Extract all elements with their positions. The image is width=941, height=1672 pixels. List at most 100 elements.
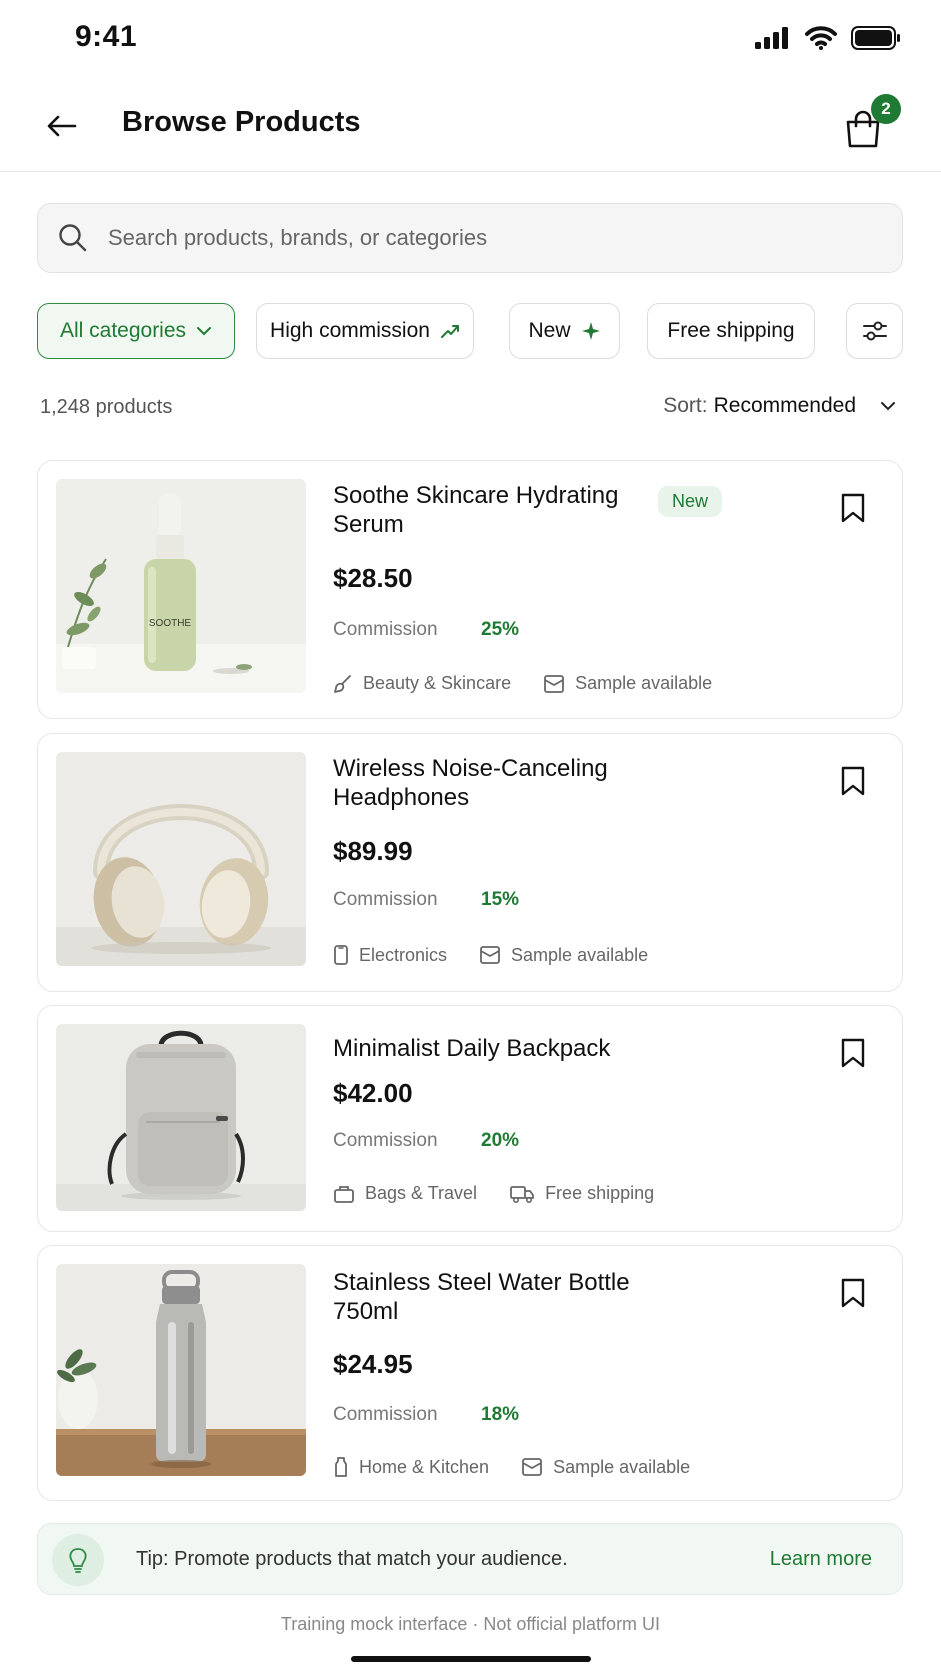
bag-icon	[334, 1185, 354, 1203]
battery-icon	[851, 26, 900, 50]
commission-label: Commission	[333, 1130, 438, 1151]
sample-label: Sample available	[575, 673, 713, 693]
product-price: $89.99	[333, 836, 413, 866]
sample-tag: Sample available	[479, 945, 648, 966]
back-button[interactable]	[40, 104, 84, 148]
commission-value: 20%	[481, 1130, 520, 1151]
package-icon	[544, 674, 564, 693]
chip-label: All categories	[59, 319, 187, 342]
product-name: Stainless Steel Water Bottle 750ml	[333, 1269, 630, 1325]
sample-label: Sample available	[553, 1456, 691, 1477]
bookmark-button[interactable]	[836, 1034, 870, 1072]
chip-label: New	[528, 319, 571, 342]
category-tag: Home & Kitchen	[333, 1456, 489, 1478]
header: Browse Products 2	[0, 80, 941, 172]
bookmark-button[interactable]	[836, 489, 870, 527]
search-bar[interactable]	[37, 203, 903, 273]
chevron-down-icon	[197, 327, 212, 336]
sort-label: Sort:	[663, 394, 708, 417]
category-label: Home & Kitchen	[359, 1456, 490, 1477]
product-meta: Bags & Travel Free shipping	[333, 1183, 676, 1204]
search-input[interactable]	[108, 225, 868, 251]
product-name: Minimalist Daily Backpack	[333, 1035, 611, 1062]
category-label: Beauty & Skincare	[363, 673, 512, 693]
sparkle-icon	[581, 322, 600, 340]
sliders-icon	[862, 321, 887, 341]
sort-dropdown[interactable]: Sort: Recommended	[663, 394, 896, 418]
brush-icon	[334, 674, 351, 693]
commission-value: 15%	[481, 889, 520, 910]
product-meta: Beauty & Skincare Sample available	[333, 673, 734, 694]
chip-all-categories[interactable]: All categories	[37, 303, 235, 359]
lightbulb-icon	[52, 1534, 104, 1586]
sort-value: Recommended	[713, 394, 856, 417]
product-price: $24.95	[333, 1349, 413, 1379]
truck-icon	[510, 1185, 534, 1203]
product-card[interactable]: SOOTHE Soothe Skincare Hydrating Serum N…	[37, 460, 903, 719]
signal-icon	[755, 27, 788, 49]
category-tag: Bags & Travel	[333, 1183, 477, 1204]
commission-label: Commission	[333, 889, 438, 910]
product-card[interactable]: Wireless Noise-Canceling Headphones $89.…	[37, 733, 903, 992]
product-card[interactable]: Minimalist Daily Backpack $42.00 Commiss…	[37, 1005, 903, 1232]
bookmark-icon	[841, 493, 865, 523]
category-label: Electronics	[359, 944, 448, 965]
search-icon	[59, 224, 87, 252]
sample-tag: Sample available	[521, 1457, 690, 1478]
product-name: Wireless Noise-Canceling Headphones	[333, 755, 608, 811]
product-price: $42.00	[333, 1078, 413, 1108]
status-icons	[755, 26, 901, 50]
commission-label: Commission	[333, 619, 438, 640]
sample-tag: Sample available	[543, 673, 712, 694]
wifi-icon	[805, 26, 837, 50]
back-arrow-icon	[47, 115, 77, 137]
chevron-down-icon	[881, 402, 895, 411]
filter-settings-button[interactable]	[846, 303, 903, 359]
page-title: Browse Products	[122, 106, 361, 138]
bookmark-icon	[841, 766, 865, 796]
bookmark-icon	[841, 1278, 865, 1308]
filter-chips: All categories High commission New Free …	[37, 303, 903, 359]
cart-count-badge: 2	[871, 94, 901, 124]
product-price: $28.50	[333, 563, 413, 593]
product-image-headphones	[56, 752, 306, 966]
status-bar: 9:41	[0, 0, 941, 80]
tip-text: Tip: Promote products that match your au…	[136, 1548, 568, 1570]
status-time: 9:41	[75, 20, 138, 53]
footnote: Training mock interface · Not official p…	[280, 1614, 661, 1634]
shipping-tag: Free shipping	[509, 1183, 654, 1204]
product-image-serum: SOOTHE	[56, 479, 306, 693]
bottle-icon	[335, 1457, 347, 1477]
chip-label: Free shipping	[667, 319, 795, 342]
product-card[interactable]: Stainless Steel Water Bottle 750ml $24.9…	[37, 1245, 903, 1501]
bookmark-icon	[841, 1038, 865, 1068]
new-badge: New	[658, 486, 723, 517]
category-tag: Electronics	[333, 944, 447, 966]
home-indicator	[351, 1656, 591, 1662]
trending-up-icon	[440, 325, 459, 338]
phone-icon	[334, 945, 348, 965]
learn-more-link[interactable]: Learn more	[770, 1548, 872, 1571]
chip-high-commission[interactable]: High commission	[256, 303, 474, 359]
product-name: Soothe Skincare Hydrating Serum	[333, 482, 619, 538]
commission-value: 25%	[481, 619, 520, 640]
package-icon	[480, 946, 500, 964]
tip-banner: Tip: Promote products that match your au…	[37, 1523, 903, 1595]
chip-free-shipping[interactable]: Free shipping	[647, 303, 815, 359]
product-count: 1,248 products	[40, 396, 173, 418]
category-tag: Beauty & Skincare	[333, 673, 511, 694]
cart-button[interactable]: 2	[839, 94, 901, 154]
chip-label: High commission	[270, 319, 430, 342]
product-image-bottle	[56, 1264, 306, 1476]
sample-label: Sample available	[511, 944, 649, 965]
shipping-label: Free shipping	[545, 1183, 655, 1203]
product-meta: Electronics Sample available	[333, 944, 670, 966]
chip-new[interactable]: New	[509, 303, 620, 359]
category-label: Bags & Travel	[365, 1183, 478, 1203]
package-icon	[522, 1458, 542, 1476]
bookmark-button[interactable]	[836, 1274, 870, 1312]
commission-value: 18%	[481, 1404, 520, 1425]
commission-label: Commission	[333, 1404, 438, 1425]
bookmark-button[interactable]	[836, 762, 870, 800]
product-image-backpack	[56, 1024, 306, 1211]
